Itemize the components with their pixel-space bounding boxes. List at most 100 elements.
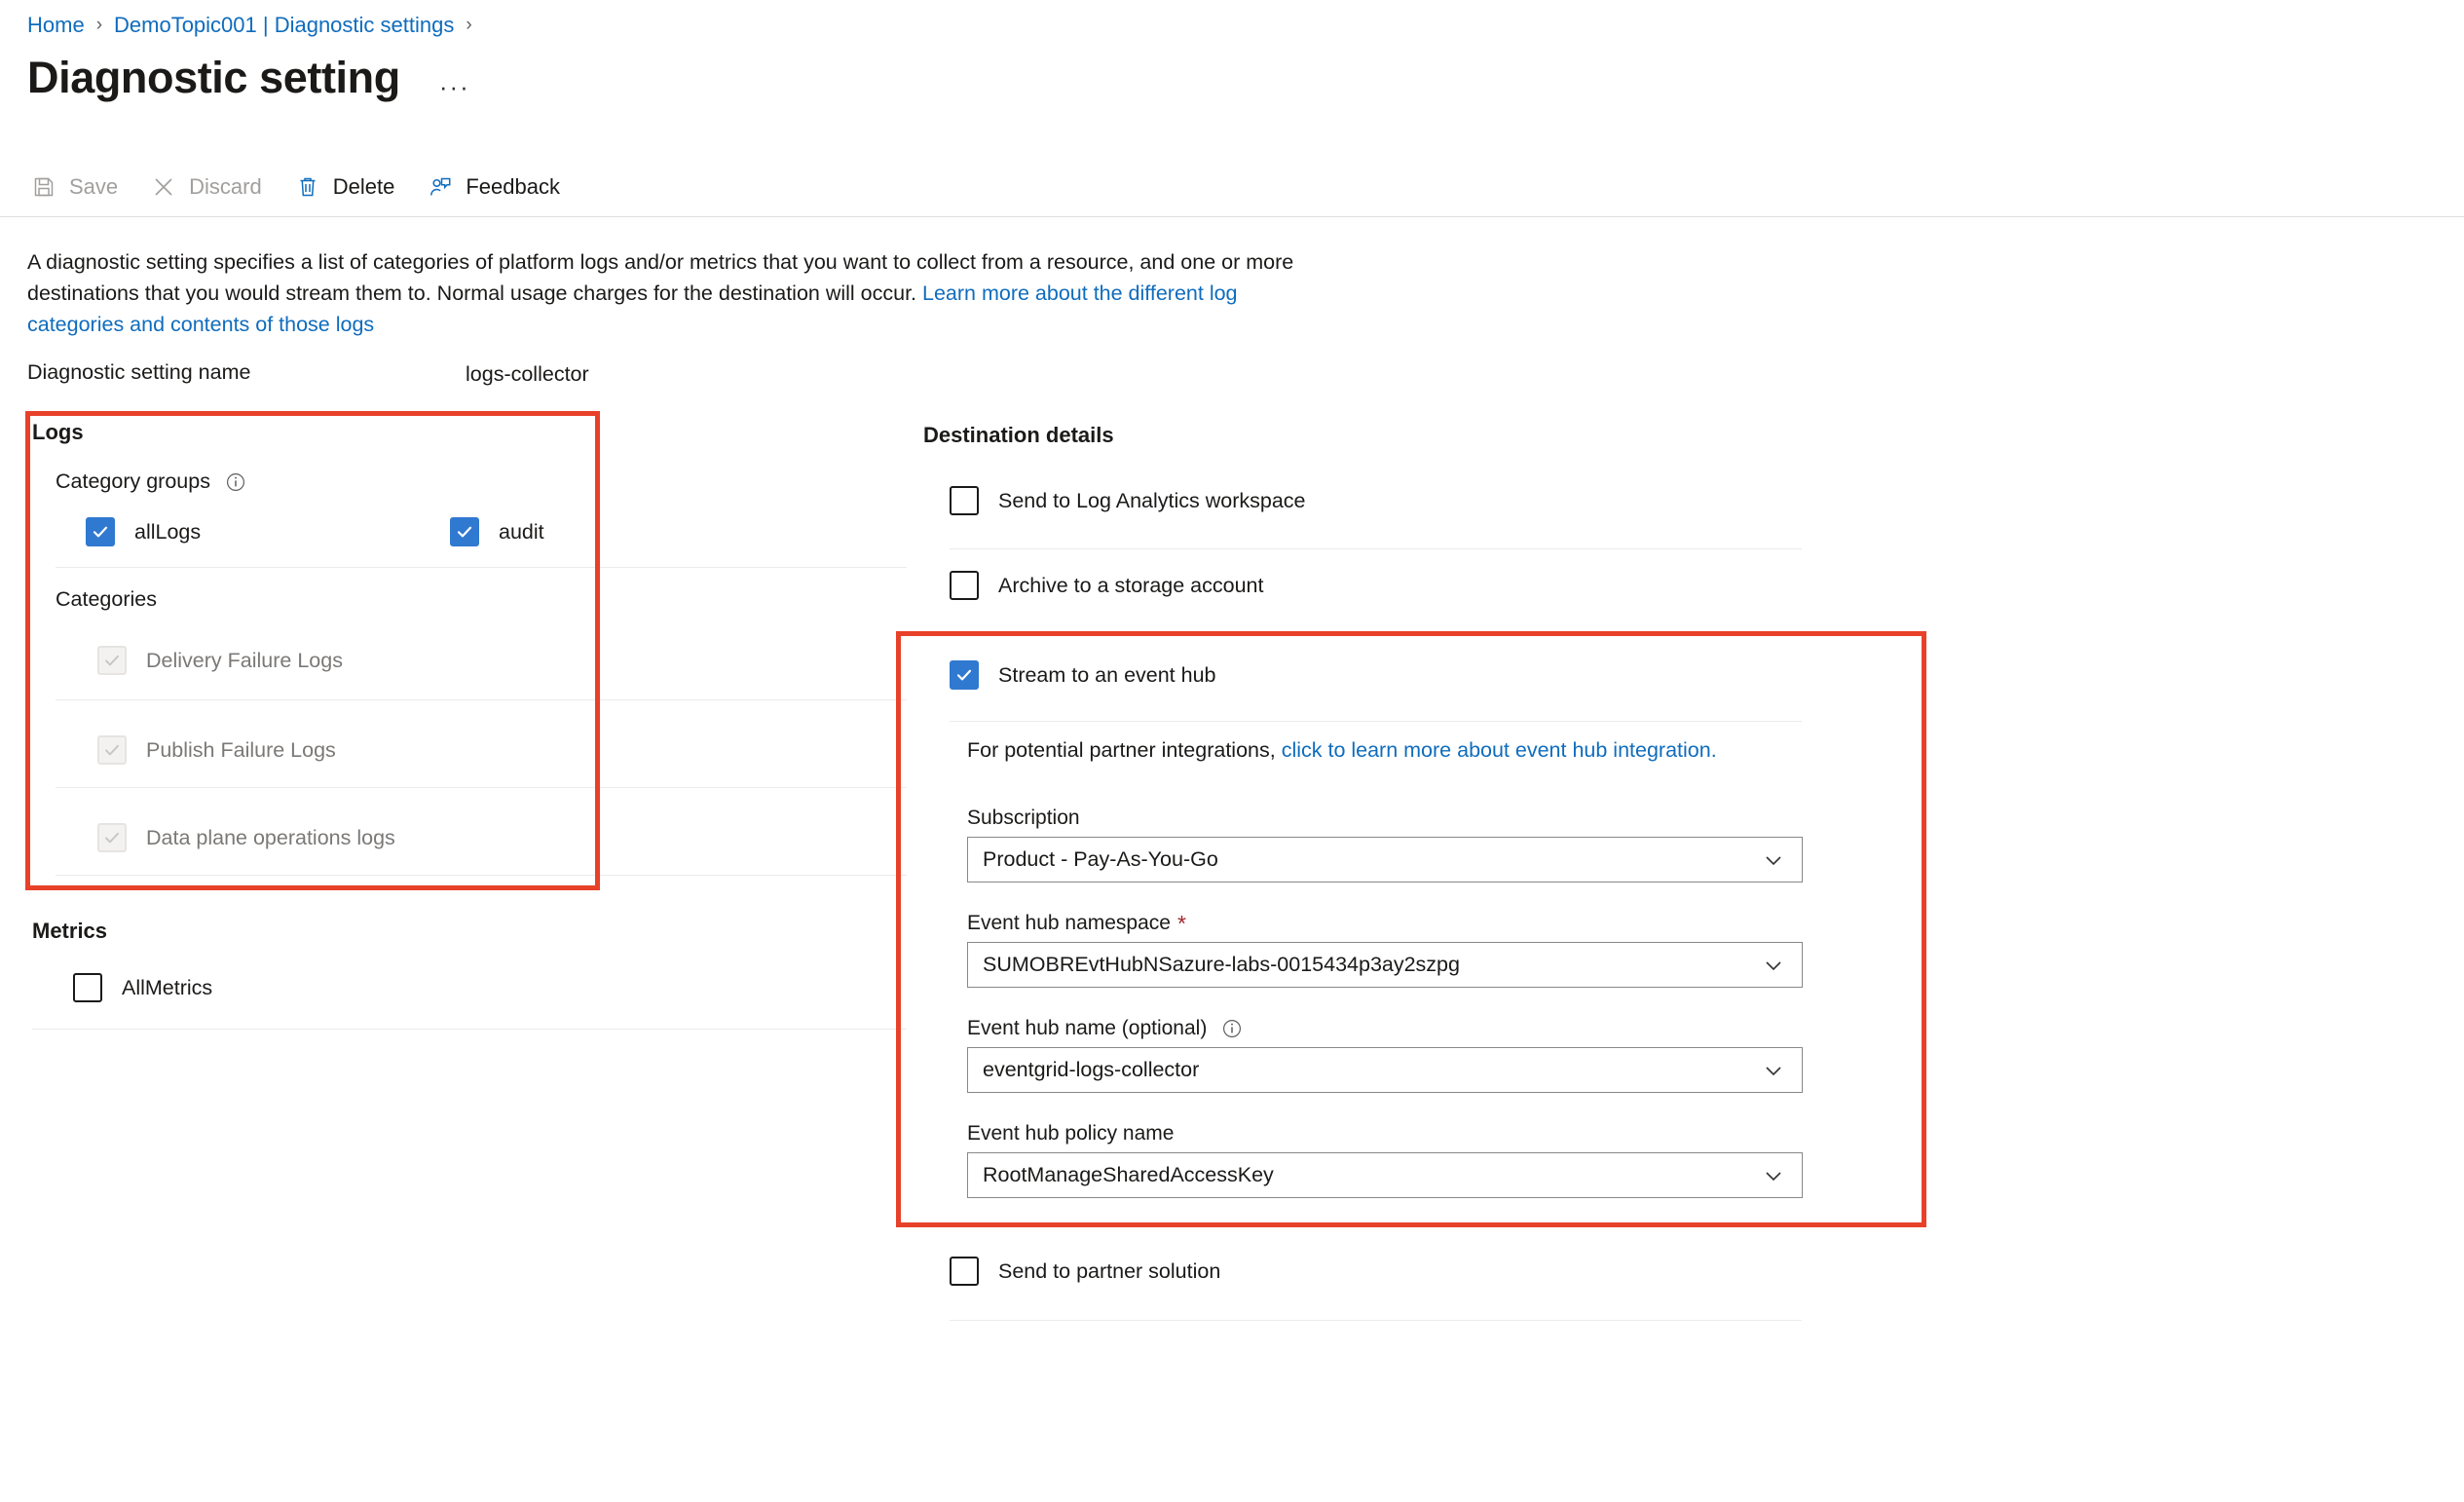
close-icon [151, 174, 176, 200]
checkbox-delivery-failure-logs: Delivery Failure Logs [97, 646, 343, 675]
save-button[interactable]: Save [27, 164, 122, 210]
subscription-dropdown[interactable]: Product - Pay-As-You-Go [967, 837, 1803, 882]
page-header: Diagnostic setting ··· [27, 51, 470, 105]
event-hub-name-dropdown[interactable]: eventgrid-logs-collector [967, 1047, 1803, 1093]
checkbox-label: Data plane operations logs [146, 826, 395, 850]
save-label: Save [69, 174, 118, 200]
divider [950, 548, 1802, 549]
checkbox-box [950, 571, 979, 600]
page-title: Diagnostic setting [27, 51, 400, 105]
checkbox-label: Send to partner solution [998, 1259, 1220, 1284]
field-subscription: Subscription Product - Pay-As-You-Go [967, 807, 1803, 882]
category-groups-label: Category groups [56, 469, 210, 494]
breadcrumb: Home › DemoTopic001 | Diagnostic setting… [27, 12, 484, 39]
divider [32, 1029, 907, 1030]
command-bar-divider [0, 216, 2464, 217]
checkbox-box [950, 660, 979, 690]
checkbox-box [86, 517, 115, 546]
event-hub-integration-link[interactable]: click to learn more about event hub inte… [1282, 738, 1717, 762]
delete-label: Delete [333, 174, 395, 200]
feedback-button[interactable]: Feedback [424, 164, 564, 210]
trash-icon [295, 174, 320, 200]
divider [56, 699, 907, 700]
checkbox-box [97, 823, 127, 852]
checkbox-data-plane-operations-logs: Data plane operations logs [97, 823, 395, 852]
checkbox-alllogs[interactable]: allLogs [86, 517, 201, 546]
category-groups-header: Category groups [56, 469, 247, 494]
checkbox-label: audit [499, 520, 544, 544]
save-icon [31, 174, 56, 200]
breadcrumb-item-diagnostic-settings[interactable]: DemoTopic001 | Diagnostic settings [114, 12, 454, 39]
divider [950, 1320, 1802, 1321]
checkbox-label: Archive to a storage account [998, 574, 1264, 598]
checkbox-label: Publish Failure Logs [146, 738, 336, 763]
event-hub-policy-dropdown[interactable]: RootManageSharedAccessKey [967, 1152, 1803, 1198]
event-hub-policy-value: RootManageSharedAccessKey [983, 1163, 1274, 1187]
diagnostic-setting-name-label: Diagnostic setting name [27, 360, 250, 385]
event-hub-namespace-value: SUMOBREvtHubNSazure-labs-0015434p3ay2szp… [983, 953, 1460, 977]
event-hub-namespace-dropdown[interactable]: SUMOBREvtHubNSazure-labs-0015434p3ay2szp… [967, 942, 1803, 988]
delete-button[interactable]: Delete [291, 164, 399, 210]
field-label-text: Event hub name (optional) [967, 1017, 1207, 1040]
checkbox-box [950, 486, 979, 515]
categories-label: Categories [56, 587, 157, 612]
required-asterisk-icon: * [1177, 915, 1186, 932]
checkbox-label: Stream to an event hub [998, 663, 1216, 688]
divider [56, 567, 907, 568]
checkbox-allmetrics[interactable]: AllMetrics [73, 973, 212, 1002]
field-label: Event hub policy name [967, 1122, 1803, 1145]
field-event-hub-name: Event hub name (optional) eventgrid-logs… [967, 1017, 1803, 1093]
feedback-person-icon [428, 174, 453, 200]
checkbox-box [97, 735, 127, 765]
field-label-text: Event hub namespace [967, 912, 1171, 935]
checkbox-audit[interactable]: audit [450, 517, 544, 546]
chevron-down-icon [1761, 1163, 1786, 1188]
chevron-down-icon [1761, 1058, 1786, 1083]
command-bar: Save Discard Delete Fee [27, 164, 589, 210]
checkbox-archive-to-storage[interactable]: Archive to a storage account [950, 571, 1264, 600]
logs-section-title: Logs [32, 420, 84, 445]
chevron-down-icon [1761, 953, 1786, 978]
discard-button[interactable]: Discard [147, 164, 266, 210]
field-label-text: Subscription [967, 807, 1080, 830]
more-options-button[interactable]: ··· [439, 78, 470, 95]
discard-label: Discard [189, 174, 262, 200]
subscription-value: Product - Pay-As-You-Go [983, 847, 1218, 872]
checkbox-send-to-log-analytics[interactable]: Send to Log Analytics workspace [950, 486, 1306, 515]
metrics-section-title: Metrics [32, 919, 107, 944]
breadcrumb-separator-icon: › [466, 12, 471, 39]
breadcrumb-item-home[interactable]: Home [27, 12, 85, 39]
field-label: Subscription [967, 807, 1803, 830]
checkbox-label: AllMetrics [122, 976, 212, 1000]
field-event-hub-namespace: Event hub namespace * SUMOBREvtHubNSazur… [967, 912, 1803, 988]
divider [950, 633, 1802, 634]
checkbox-box [97, 646, 127, 675]
divider [56, 875, 907, 876]
info-icon[interactable] [1220, 1017, 1244, 1040]
field-label: Event hub namespace * [967, 912, 1803, 935]
chevron-down-icon [1761, 847, 1786, 873]
checkbox-publish-failure-logs: Publish Failure Logs [97, 735, 336, 765]
breadcrumb-separator-icon: › [96, 12, 102, 39]
destination-details-title: Destination details [923, 423, 1114, 448]
field-event-hub-policy-name: Event hub policy name RootManageSharedAc… [967, 1122, 1803, 1198]
checkbox-box [73, 973, 102, 1002]
divider [56, 787, 907, 788]
field-label: Event hub name (optional) [967, 1017, 1803, 1040]
description-text: A diagnostic setting specifies a list of… [27, 246, 1323, 340]
divider [950, 721, 1802, 722]
checkbox-label: Delivery Failure Logs [146, 649, 343, 673]
event-hub-name-value: eventgrid-logs-collector [983, 1058, 1199, 1082]
checkbox-box [950, 1257, 979, 1286]
event-hub-partner-note: For potential partner integrations, clic… [967, 738, 1717, 763]
checkbox-label: Send to Log Analytics workspace [998, 489, 1306, 513]
checkbox-send-to-partner-solution[interactable]: Send to partner solution [950, 1257, 1220, 1286]
feedback-label: Feedback [466, 174, 560, 200]
event-hub-note-text: For potential partner integrations, [967, 738, 1282, 762]
diagnostic-setting-name-value: logs-collector [466, 362, 589, 387]
info-icon[interactable] [224, 470, 247, 494]
checkbox-box [450, 517, 479, 546]
checkbox-label: allLogs [134, 520, 201, 544]
checkbox-stream-to-event-hub[interactable]: Stream to an event hub [950, 660, 1216, 690]
field-label-text: Event hub policy name [967, 1122, 1174, 1145]
